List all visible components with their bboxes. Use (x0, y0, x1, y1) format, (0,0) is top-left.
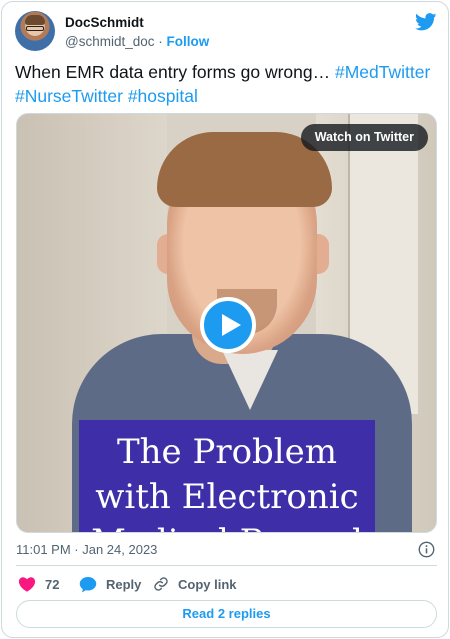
tweet-header: DocSchmidt @schmidt_doc · Follow (15, 11, 437, 55)
reply-button[interactable]: Reply (79, 573, 141, 595)
like-count: 72 (45, 576, 60, 592)
like-button[interactable]: 72 (18, 573, 59, 595)
twitter-bird-icon[interactable] (415, 13, 437, 31)
tweet-text: When EMR data entry forms go wrong… #Med… (15, 60, 440, 108)
overlay-line: Medical Record (79, 522, 375, 532)
watch-on-twitter-button[interactable]: Watch on Twitter (300, 124, 428, 151)
copy-link-button[interactable]: Copy link (153, 573, 237, 595)
author-handle-row: @schmidt_doc · Follow (65, 33, 209, 51)
overlay-line: with Electronic (95, 477, 359, 517)
author-display-name[interactable]: DocSchmidt (65, 14, 209, 32)
read-replies-button[interactable]: Read 2 replies (16, 600, 437, 628)
copy-link-label: Copy link (178, 576, 237, 592)
author-info: DocSchmidt @schmidt_doc · Follow (65, 14, 209, 51)
action-bar: 72 Reply Copy link (16, 573, 437, 595)
overlay-line: The Problem (116, 432, 338, 472)
link-icon (154, 577, 168, 591)
handle-separator: · (158, 34, 163, 49)
tweet-card: DocSchmidt @schmidt_doc · Follow When EM… (1, 1, 449, 638)
video-thumbnail[interactable]: The Problem with Electronic Medical Reco… (16, 113, 437, 533)
follow-link[interactable]: Follow (167, 34, 210, 49)
tweet-body: When EMR data entry forms go wrong… (15, 62, 335, 82)
heart-icon (18, 577, 36, 592)
tweet-meta: 11:01 PM · Jan 24, 2023 (16, 540, 437, 560)
info-icon[interactable] (418, 541, 435, 558)
play-icon (222, 314, 241, 336)
divider (16, 565, 437, 566)
reply-label: Reply (106, 576, 142, 592)
play-button[interactable] (200, 297, 256, 353)
hashtag-nursetwitter[interactable]: #NurseTwitter (15, 86, 123, 106)
video-caption-overlay: The Problem with Electronic Medical Reco… (79, 420, 375, 532)
hashtag-medtwitter[interactable]: #MedTwitter (335, 62, 430, 82)
hashtag-hospital[interactable]: #hospital (128, 86, 198, 106)
reply-bubble-icon (79, 576, 97, 592)
avatar[interactable] (15, 11, 55, 51)
timestamp[interactable]: 11:01 PM · Jan 24, 2023 (16, 542, 157, 557)
author-handle[interactable]: @schmidt_doc (65, 34, 155, 49)
